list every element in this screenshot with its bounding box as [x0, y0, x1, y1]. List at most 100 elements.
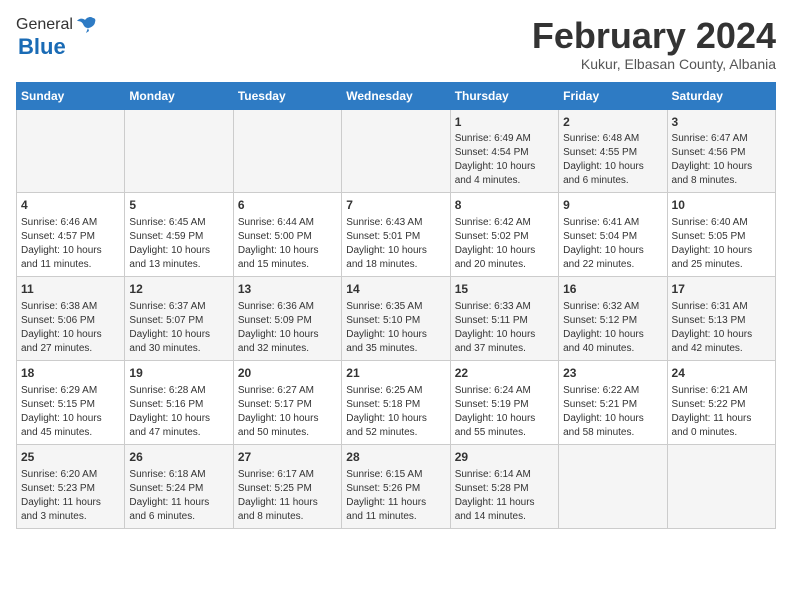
calendar-cell: 2 Sunrise: 6:48 AM Sunset: 4:55 PM Daylig…: [559, 109, 667, 193]
day-number: 23: [563, 365, 662, 382]
day-info: Sunrise: 6:15 AM Sunset: 5:26 PM Dayligh…: [346, 469, 426, 522]
day-info: Sunrise: 6:31 AM Sunset: 5:13 PM Dayligh…: [672, 301, 753, 354]
calendar-cell: [125, 109, 233, 193]
calendar-cell: 1 Sunrise: 6:49 AM Sunset: 4:54 PM Daylig…: [450, 109, 558, 193]
column-header-wednesday: Wednesday: [342, 82, 450, 109]
day-number: 14: [346, 281, 445, 298]
calendar-cell: 19 Sunrise: 6:28 AM Sunset: 5:16 PM Dayli…: [125, 360, 233, 444]
month-title: February 2024: [532, 16, 776, 56]
day-number: 16: [563, 281, 662, 298]
day-number: 22: [455, 365, 554, 382]
day-number: 12: [129, 281, 228, 298]
calendar-cell: 15 Sunrise: 6:33 AM Sunset: 5:11 PM Dayli…: [450, 277, 558, 361]
logo-blue-text: Blue: [18, 34, 66, 60]
day-number: 4: [21, 197, 120, 214]
day-info: Sunrise: 6:49 AM Sunset: 4:54 PM Dayligh…: [455, 133, 536, 186]
calendar-cell: 8Sunrise: 6:42 AM Sunset: 5:02 PM Daylig…: [450, 193, 558, 277]
location-subtitle: Kukur, Elbasan County, Albania: [532, 56, 776, 72]
day-number: 19: [129, 365, 228, 382]
day-info: Sunrise: 6:27 AM Sunset: 5:17 PM Dayligh…: [238, 385, 319, 438]
day-info: Sunrise: 6:33 AM Sunset: 5:11 PM Dayligh…: [455, 301, 536, 354]
day-info: Sunrise: 6:24 AM Sunset: 5:19 PM Dayligh…: [455, 385, 536, 438]
calendar-cell: 22 Sunrise: 6:24 AM Sunset: 5:19 PM Dayli…: [450, 360, 558, 444]
logo-general-text: General: [16, 16, 73, 34]
day-info: Sunrise: 6:41 AM Sunset: 5:04 PM Dayligh…: [563, 217, 644, 270]
calendar-cell: 12 Sunrise: 6:37 AM Sunset: 5:07 PM Dayli…: [125, 277, 233, 361]
week-row-4: 18Sunrise: 6:29 AM Sunset: 5:15 PM Dayli…: [17, 360, 776, 444]
day-number: 15: [455, 281, 554, 298]
day-number: 13: [238, 281, 337, 298]
week-row-3: 11Sunrise: 6:38 AM Sunset: 5:06 PM Dayli…: [17, 277, 776, 361]
week-row-2: 4 Sunrise: 6:46 AM Sunset: 4:57 PM Daylig…: [17, 193, 776, 277]
calendar-cell: 7Sunrise: 6:43 AM Sunset: 5:01 PM Daylig…: [342, 193, 450, 277]
calendar-cell: [559, 444, 667, 528]
calendar-cell: 24 Sunrise: 6:21 AM Sunset: 5:22 PM Dayli…: [667, 360, 775, 444]
column-header-sunday: Sunday: [17, 82, 125, 109]
day-number: 20: [238, 365, 337, 382]
week-row-1: 1 Sunrise: 6:49 AM Sunset: 4:54 PM Daylig…: [17, 109, 776, 193]
day-number: 8: [455, 197, 554, 214]
day-number: 17: [672, 281, 771, 298]
day-number: 28: [346, 449, 445, 466]
calendar-cell: 13 Sunrise: 6:36 AM Sunset: 5:09 PM Dayli…: [233, 277, 341, 361]
day-info: Sunrise: 6:17 AM Sunset: 5:25 PM Dayligh…: [238, 469, 318, 522]
calendar-cell: 27 Sunrise: 6:17 AM Sunset: 5:25 PM Dayli…: [233, 444, 341, 528]
calendar-cell: 21 Sunrise: 6:25 AM Sunset: 5:18 PM Dayli…: [342, 360, 450, 444]
header-row: SundayMondayTuesdayWednesdayThursdayFrid…: [17, 82, 776, 109]
calendar-cell: [17, 109, 125, 193]
calendar-cell: [667, 444, 775, 528]
calendar-cell: 14 Sunrise: 6:35 AM Sunset: 5:10 PM Dayli…: [342, 277, 450, 361]
day-number: 9: [563, 197, 662, 214]
title-block: February 2024 Kukur, Elbasan County, Alb…: [532, 16, 776, 72]
column-header-thursday: Thursday: [450, 82, 558, 109]
day-info: Sunrise: 6:46 AM Sunset: 4:57 PM Dayligh…: [21, 217, 102, 270]
calendar-cell: [233, 109, 341, 193]
day-info: Sunrise: 6:21 AM Sunset: 5:22 PM Dayligh…: [672, 385, 752, 438]
day-info: Sunrise: 6:32 AM Sunset: 5:12 PM Dayligh…: [563, 301, 644, 354]
day-number: 3: [672, 114, 771, 131]
calendar-cell: 23Sunrise: 6:22 AM Sunset: 5:21 PM Dayli…: [559, 360, 667, 444]
day-info: Sunrise: 6:35 AM Sunset: 5:10 PM Dayligh…: [346, 301, 427, 354]
column-header-friday: Friday: [559, 82, 667, 109]
day-info: Sunrise: 6:48 AM Sunset: 4:55 PM Dayligh…: [563, 133, 644, 186]
day-info: Sunrise: 6:14 AM Sunset: 5:28 PM Dayligh…: [455, 469, 535, 522]
calendar-cell: 25 Sunrise: 6:20 AM Sunset: 5:23 PM Dayli…: [17, 444, 125, 528]
day-info: Sunrise: 6:47 AM Sunset: 4:56 PM Dayligh…: [672, 133, 753, 186]
day-number: 2: [563, 114, 662, 131]
day-number: 24: [672, 365, 771, 382]
calendar-cell: 4 Sunrise: 6:46 AM Sunset: 4:57 PM Daylig…: [17, 193, 125, 277]
calendar-cell: 18Sunrise: 6:29 AM Sunset: 5:15 PM Dayli…: [17, 360, 125, 444]
day-info: Sunrise: 6:44 AM Sunset: 5:00 PM Dayligh…: [238, 217, 319, 270]
calendar-cell: 10Sunrise: 6:40 AM Sunset: 5:05 PM Dayli…: [667, 193, 775, 277]
page-header: General Blue February 2024 Kukur, Elbasa…: [16, 16, 776, 72]
day-number: 6: [238, 197, 337, 214]
calendar-cell: 29Sunrise: 6:14 AM Sunset: 5:28 PM Dayli…: [450, 444, 558, 528]
day-number: 18: [21, 365, 120, 382]
calendar-cell: 11Sunrise: 6:38 AM Sunset: 5:06 PM Dayli…: [17, 277, 125, 361]
calendar-cell: 3 Sunrise: 6:47 AM Sunset: 4:56 PM Daylig…: [667, 109, 775, 193]
day-number: 1: [455, 114, 554, 131]
day-info: Sunrise: 6:37 AM Sunset: 5:07 PM Dayligh…: [129, 301, 210, 354]
calendar-cell: 26 Sunrise: 6:18 AM Sunset: 5:24 PM Dayli…: [125, 444, 233, 528]
day-info: Sunrise: 6:38 AM Sunset: 5:06 PM Dayligh…: [21, 301, 102, 354]
calendar-cell: 6 Sunrise: 6:44 AM Sunset: 5:00 PM Daylig…: [233, 193, 341, 277]
calendar-cell: 17 Sunrise: 6:31 AM Sunset: 5:13 PM Dayli…: [667, 277, 775, 361]
day-info: Sunrise: 6:36 AM Sunset: 5:09 PM Dayligh…: [238, 301, 319, 354]
day-number: 27: [238, 449, 337, 466]
day-info: Sunrise: 6:18 AM Sunset: 5:24 PM Dayligh…: [129, 469, 209, 522]
calendar-cell: 16 Sunrise: 6:32 AM Sunset: 5:12 PM Dayli…: [559, 277, 667, 361]
day-number: 21: [346, 365, 445, 382]
day-info: Sunrise: 6:43 AM Sunset: 5:01 PM Dayligh…: [346, 217, 427, 270]
day-number: 25: [21, 449, 120, 466]
calendar-cell: 9 Sunrise: 6:41 AM Sunset: 5:04 PM Daylig…: [559, 193, 667, 277]
day-info: Sunrise: 6:28 AM Sunset: 5:16 PM Dayligh…: [129, 385, 210, 438]
day-info: Sunrise: 6:40 AM Sunset: 5:05 PM Dayligh…: [672, 217, 753, 270]
day-number: 26: [129, 449, 228, 466]
calendar-table: SundayMondayTuesdayWednesdayThursdayFrid…: [16, 82, 776, 529]
calendar-cell: 20 Sunrise: 6:27 AM Sunset: 5:17 PM Dayli…: [233, 360, 341, 444]
day-info: Sunrise: 6:20 AM Sunset: 5:23 PM Dayligh…: [21, 469, 101, 522]
day-number: 5: [129, 197, 228, 214]
week-row-5: 25 Sunrise: 6:20 AM Sunset: 5:23 PM Dayli…: [17, 444, 776, 528]
calendar-cell: 5Sunrise: 6:45 AM Sunset: 4:59 PM Daylig…: [125, 193, 233, 277]
day-info: Sunrise: 6:25 AM Sunset: 5:18 PM Dayligh…: [346, 385, 427, 438]
